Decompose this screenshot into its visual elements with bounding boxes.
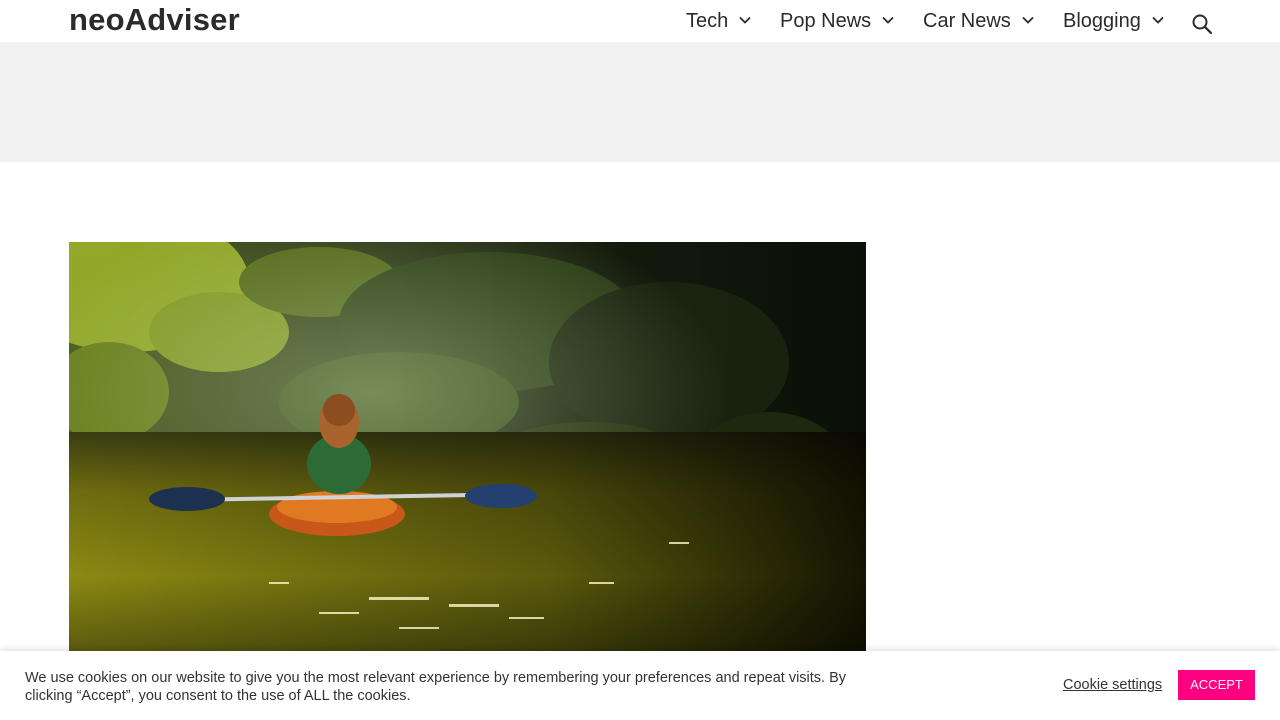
cookie-settings-link[interactable]: Cookie settings (1063, 677, 1162, 693)
chevron-down-icon (1022, 16, 1034, 24)
chevron-down-icon (1152, 16, 1164, 24)
ad-banner-area (0, 42, 1280, 162)
chevron-down-icon (739, 16, 751, 24)
accept-cookies-button[interactable]: ACCEPT (1178, 670, 1255, 700)
nav-item-pop-news[interactable]: Pop News (780, 0, 923, 42)
kayak-photo (69, 242, 866, 672)
nav-item-label: Pop News (780, 9, 872, 32)
search-icon[interactable] (1191, 13, 1213, 35)
site-header: neoAdviser Tech Pop News Car News Bloggi… (0, 0, 1280, 42)
chevron-down-icon (882, 16, 894, 24)
nav-item-label: Blogging (1063, 9, 1141, 32)
cookie-consent-bar: We use cookies on our website to give yo… (0, 651, 1280, 720)
nav-item-label: Tech (686, 9, 729, 32)
cookie-consent-text: We use cookies on our website to give yo… (25, 670, 847, 704)
nav-item-car-news[interactable]: Car News (923, 0, 1063, 42)
nav-item-label: Car News (923, 9, 1011, 32)
site-title[interactable]: neoAdviser (69, 2, 240, 38)
nav-item-blogging[interactable]: Blogging (1063, 0, 1191, 42)
featured-image-kayak (69, 242, 866, 672)
main-nav: Tech Pop News Car News Blogging (686, 0, 1191, 42)
nav-item-tech[interactable]: Tech (686, 0, 780, 42)
